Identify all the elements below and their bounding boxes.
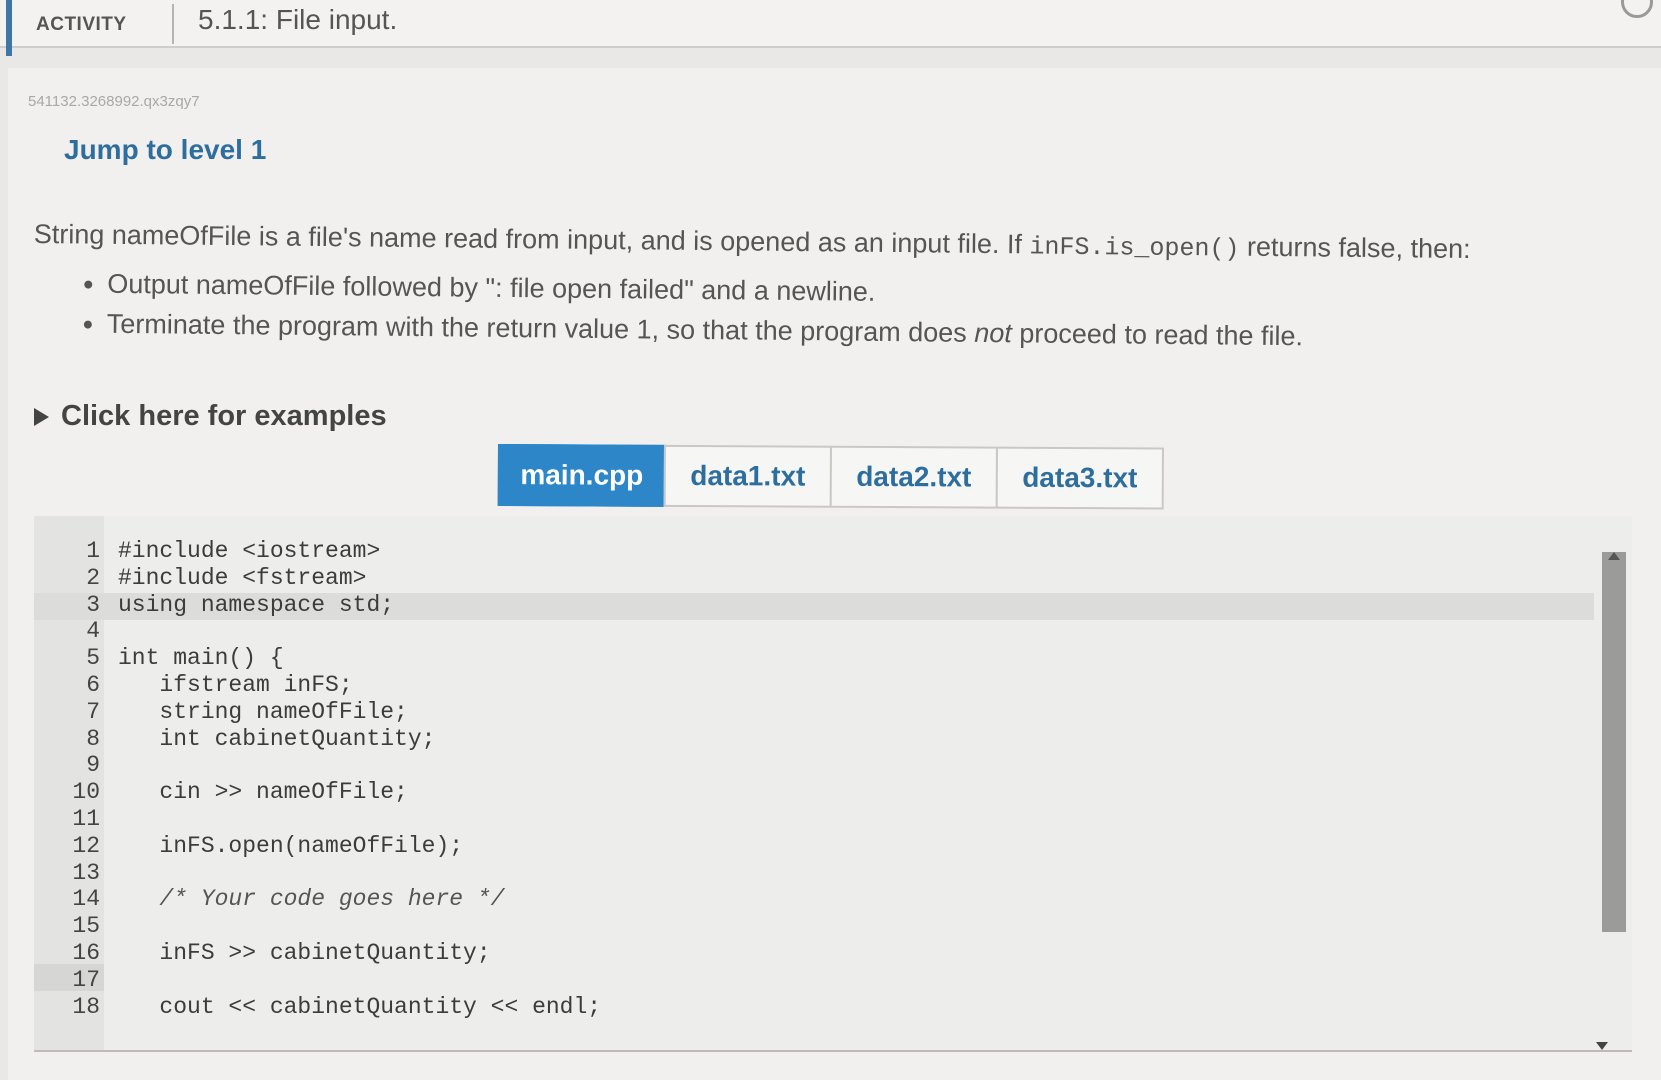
code-line[interactable]: 3 using namespace std; bbox=[34, 592, 601, 619]
code-line[interactable]: 9 bbox=[34, 752, 601, 779]
activity-title: 5.1.1: File input. bbox=[198, 4, 398, 35]
code-text[interactable]: #include <iostream> bbox=[118, 538, 380, 565]
completion-status-icon bbox=[1621, 0, 1653, 18]
code-line[interactable]: 2 #include <fstream> bbox=[34, 565, 601, 592]
file-tabs: main.cpp data1.txt data2.txt data3.txt bbox=[497, 444, 1164, 510]
code-line[interactable]: 5 int main() { bbox=[34, 645, 601, 672]
code-lines[interactable]: 1 #include <iostream> 2 #include <fstream> 3… bbox=[34, 538, 601, 1020]
line-number: 2 bbox=[86, 564, 100, 591]
line-number: 16 bbox=[72, 939, 100, 966]
code-line[interactable]: 16 inFS >> cabinetQuantity; bbox=[34, 940, 601, 967]
line-number: 11 bbox=[72, 805, 100, 832]
code-text[interactable]: int main() { bbox=[118, 645, 284, 672]
header-divider bbox=[172, 4, 174, 44]
code-editor[interactable]: 1 #include <iostream> 2 #include <fstream> 3… bbox=[34, 516, 1632, 1052]
code-line[interactable]: 1 #include <iostream> bbox=[34, 538, 601, 565]
scroll-up-arrow-icon[interactable] bbox=[1608, 552, 1620, 560]
tab-data1-txt[interactable]: data1.txt bbox=[663, 444, 832, 508]
line-number: 13 bbox=[72, 859, 100, 886]
code-text[interactable]: inFS >> cabinetQuantity; bbox=[118, 940, 490, 967]
jump-to-level-link[interactable]: Jump to level 1 bbox=[64, 134, 266, 166]
code-text[interactable]: ifstream inFS; bbox=[118, 672, 352, 699]
code-line[interactable]: 15 bbox=[34, 913, 601, 940]
code-text[interactable]: /* Your code goes here */ bbox=[118, 886, 504, 913]
examples-toggle[interactable]: Click here for examples bbox=[34, 400, 387, 433]
scroll-down-arrow-icon[interactable] bbox=[1596, 1042, 1608, 1050]
line-number: 3 bbox=[86, 591, 100, 618]
line-number: 4 bbox=[86, 618, 100, 645]
code-text[interactable]: #include <fstream> bbox=[118, 565, 366, 592]
line-number: 10 bbox=[72, 779, 100, 806]
tab-data2-txt[interactable]: data2.txt bbox=[829, 445, 998, 509]
code-text[interactable]: int cabinetQuantity; bbox=[118, 726, 435, 753]
activity-id: 541132.3268992.qx3zqy7 bbox=[28, 93, 200, 110]
prompt-bullet-list: Output nameOfFile followed by ": file op… bbox=[33, 265, 1594, 357]
line-number: 8 bbox=[86, 725, 100, 752]
line-number: 12 bbox=[72, 832, 100, 859]
expand-triangle-icon bbox=[34, 407, 49, 426]
header-accent-bar bbox=[6, 0, 12, 56]
line-number: 15 bbox=[72, 913, 100, 940]
code-text[interactable]: string nameOfFile; bbox=[118, 699, 407, 726]
activity-header: ACTIVITY 5.1.1: File input. bbox=[0, 0, 1661, 56]
line-number: 9 bbox=[86, 752, 100, 779]
line-number: 1 bbox=[86, 538, 100, 564]
line-number: 18 bbox=[72, 993, 100, 1020]
line-number: 6 bbox=[86, 671, 100, 698]
line-number: 17 bbox=[72, 966, 100, 993]
code-line[interactable]: 14 /* Your code goes here */ bbox=[34, 886, 601, 913]
code-text[interactable]: cout << cabinetQuantity << endl; bbox=[118, 994, 601, 1021]
tab-data3-txt[interactable]: data3.txt bbox=[995, 446, 1164, 510]
code-line[interactable]: 11 bbox=[34, 806, 601, 833]
code-line[interactable]: 7 string nameOfFile; bbox=[34, 699, 601, 726]
problem-prompt: String nameOfFile is a file's name read … bbox=[33, 216, 1594, 361]
code-text[interactable]: inFS.open(nameOfFile); bbox=[118, 833, 463, 860]
editor-scrollbar[interactable] bbox=[1602, 552, 1626, 932]
examples-label: Click here for examples bbox=[61, 400, 387, 432]
code-line[interactable]: 13 bbox=[34, 860, 601, 887]
activity-label: ACTIVITY bbox=[36, 14, 127, 35]
prompt-inline-code: inFS.is_open() bbox=[1029, 232, 1240, 264]
code-text[interactable]: using namespace std; bbox=[118, 592, 394, 619]
code-line[interactable]: 8 int cabinetQuantity; bbox=[34, 726, 601, 753]
code-line[interactable]: 10 cin >> nameOfFile; bbox=[34, 779, 601, 806]
line-number: 5 bbox=[86, 645, 100, 672]
line-number: 7 bbox=[86, 698, 100, 725]
code-line[interactable]: 12 inFS.open(nameOfFile); bbox=[34, 833, 601, 860]
code-line[interactable]: 18 cout << cabinetQuantity << endl; bbox=[34, 994, 601, 1021]
code-line[interactable]: 4 bbox=[34, 618, 601, 645]
code-text[interactable]: cin >> nameOfFile; bbox=[118, 779, 407, 806]
code-line[interactable]: 17 bbox=[34, 967, 601, 994]
line-number: 14 bbox=[72, 886, 100, 913]
tab-main-cpp[interactable]: main.cpp bbox=[497, 444, 666, 507]
code-line[interactable]: 6 ifstream inFS; bbox=[34, 672, 601, 699]
